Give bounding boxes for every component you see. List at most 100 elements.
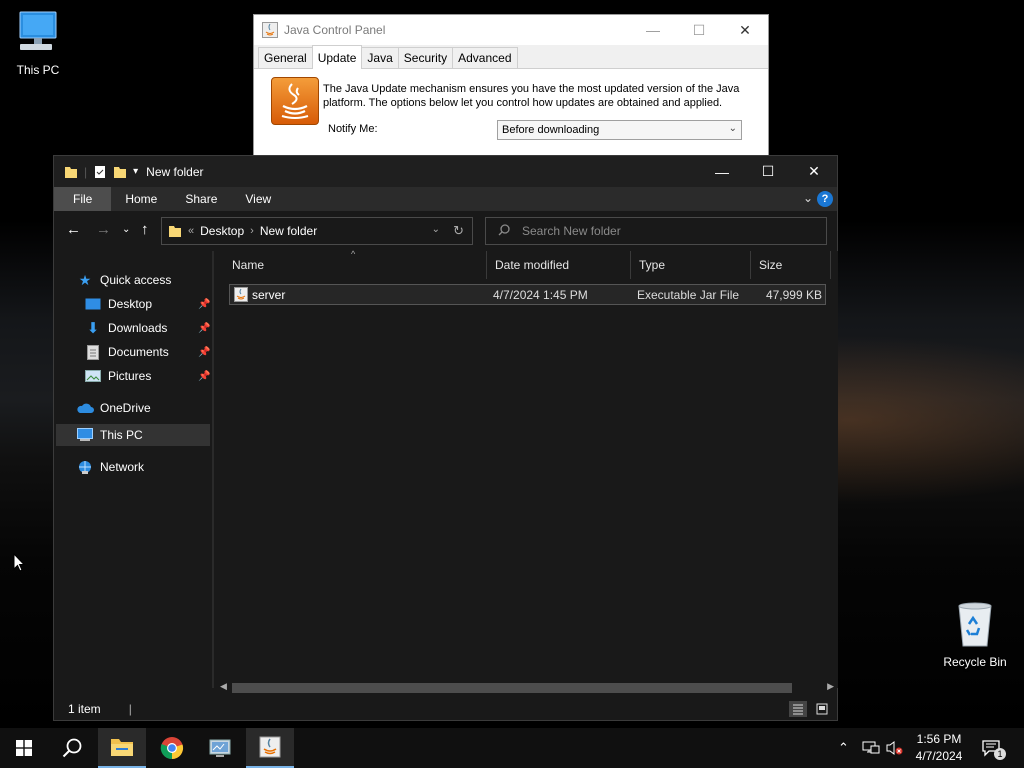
file-name: server [252, 288, 286, 302]
desktop-icon-recycle-bin[interactable]: Recycle Bin [937, 602, 1013, 669]
chevron-right-icon[interactable]: › [250, 225, 254, 237]
nav-pictures[interactable]: Pictures 📌 [84, 365, 210, 387]
pin-icon[interactable]: 📌 [198, 347, 210, 358]
file-explorer-window[interactable]: | ▾ New folder — ☐ ✕ File Home Share Vie… [53, 155, 838, 721]
scroll-left-icon[interactable]: ◀ [220, 681, 227, 692]
maximize-button[interactable]: ☐ [676, 15, 722, 45]
nav-label: Downloads [108, 321, 168, 335]
large-icons-view-icon[interactable] [813, 701, 831, 717]
java-app-icon [262, 22, 278, 38]
back-arrow-icon[interactable]: ← [66, 221, 81, 238]
tab-advanced[interactable]: Advanced [452, 47, 518, 68]
clock-date: 4/7/2024 [915, 749, 963, 763]
close-button[interactable]: ✕ [791, 156, 837, 187]
table-row[interactable]: server 4/7/2024 1:45 PM Executable Jar F… [229, 284, 826, 305]
nav-this-pc[interactable]: This PC [56, 424, 210, 446]
tab-java[interactable]: Java [361, 47, 399, 68]
tab-update[interactable]: Update [311, 45, 363, 69]
desktop-icon-label: This PC [16, 63, 60, 77]
forward-arrow-icon[interactable]: → [96, 221, 111, 238]
nav-quick-access[interactable]: ★ Quick access [76, 269, 206, 291]
download-arrow-icon: ⬇ [86, 320, 100, 337]
maximize-button[interactable]: ☐ [745, 156, 791, 187]
horizontal-scrollbar[interactable]: ◀ ▶ [218, 681, 834, 695]
recent-locations-icon[interactable]: ⌄ [122, 224, 130, 235]
quick-access-toolbar: | ▾ [54, 165, 138, 179]
nav-network[interactable]: Network [76, 456, 206, 478]
breadcrumb-new-folder[interactable]: New folder [260, 224, 317, 238]
tab-security[interactable]: Security [397, 47, 454, 68]
scrollbar-thumb[interactable] [232, 683, 792, 693]
nav-label: Documents [108, 345, 169, 359]
nav-documents[interactable]: Documents 📌 [84, 341, 210, 363]
column-header-name[interactable]: Name [224, 251, 487, 279]
search-box[interactable]: Search New folder [485, 217, 827, 245]
breadcrumb-desktop[interactable]: Desktop [200, 224, 244, 238]
folder-icon [65, 166, 77, 178]
computer-icon [0, 10, 76, 59]
nav-downloads[interactable]: ⬇ Downloads 📌 [84, 317, 211, 339]
chevron-up-icon: ⌃ [838, 740, 849, 755]
up-arrow-icon[interactable]: ↑ [141, 221, 149, 238]
notify-label: Notify Me: [328, 123, 378, 135]
java-panel-tabs: General Update Java Security Advanced [254, 45, 768, 69]
address-dropdown-icon[interactable]: ⌄ [432, 224, 440, 235]
ribbon-tab-view[interactable]: View [231, 187, 285, 211]
column-header-size[interactable]: Size [751, 251, 831, 279]
start-button[interactable] [0, 728, 48, 768]
properties-icon[interactable] [93, 165, 107, 179]
java-panel-titlebar[interactable]: Java Control Panel — ☐ ✕ [254, 15, 768, 45]
nav-desktop[interactable]: Desktop 📌 [84, 293, 210, 315]
ribbon-tab-home[interactable]: Home [111, 187, 171, 211]
pin-icon[interactable]: 📌 [198, 323, 210, 334]
close-button[interactable]: ✕ [722, 15, 768, 45]
new-folder-icon[interactable] [113, 165, 127, 179]
address-bar[interactable]: « Desktop › New folder ⌄ ↻ [161, 217, 473, 245]
nav-label: Quick access [100, 273, 172, 287]
explorer-titlebar[interactable]: | ▾ New folder — ☐ ✕ [54, 156, 837, 187]
java-panel-body: The Java Update mechanism ensures you ha… [254, 69, 768, 155]
ribbon-tab-file[interactable]: File [54, 187, 112, 211]
speaker-muted-icon [886, 741, 903, 755]
details-view-icon[interactable] [789, 701, 807, 717]
clock-time: 1:56 PM [916, 732, 962, 746]
search-button[interactable] [48, 728, 96, 768]
computer-icon [76, 427, 94, 443]
refresh-icon[interactable]: ↻ [453, 223, 464, 239]
volume-muted[interactable] [886, 728, 904, 768]
minimize-button[interactable]: — [699, 156, 745, 187]
ribbon: File Home Share View ⌄ ? [54, 187, 837, 211]
expand-ribbon-icon[interactable]: ⌄ [803, 191, 813, 205]
nav-onedrive[interactable]: OneDrive [76, 397, 206, 419]
ribbon-tab-share[interactable]: Share [171, 187, 231, 211]
desktop-icon-label: Recycle Bin [943, 655, 1007, 669]
column-header-date-modified[interactable]: Date modified [487, 251, 631, 279]
pin-icon[interactable]: 📌 [198, 371, 210, 382]
taskbar-file-explorer[interactable] [98, 728, 146, 768]
scroll-right-icon[interactable]: ▶ [827, 681, 834, 692]
pin-icon[interactable]: 📌 [198, 299, 210, 310]
item-count: 1 item [68, 702, 101, 716]
taskbar-clock[interactable]: 1:56 PM 4/7/2024 [908, 731, 970, 765]
update-description: The Java Update mechanism ensures you ha… [323, 83, 740, 109]
taskbar-java-control-panel[interactable] [246, 728, 294, 768]
action-center[interactable]: 1 [982, 728, 1006, 768]
java-panel-title: Java Control Panel [284, 23, 386, 37]
taskbar-chrome[interactable] [148, 728, 196, 768]
network-tray-icon [862, 741, 880, 754]
address-overflow[interactable]: « [188, 225, 194, 237]
show-hidden-icons[interactable]: ⌃ [838, 728, 849, 768]
desktop-icon-this-pc[interactable]: This PC [0, 10, 76, 77]
notify-select[interactable]: Before downloading ⌄ [497, 120, 742, 140]
nav-label: Pictures [108, 369, 152, 383]
tab-general[interactable]: General [258, 47, 313, 68]
customize-toolbar-icon[interactable]: ▾ [133, 166, 138, 177]
help-icon[interactable]: ? [817, 191, 833, 207]
search-icon [498, 223, 510, 239]
network-status[interactable] [862, 728, 880, 768]
java-control-panel-window[interactable]: Java Control Panel — ☐ ✕ General Update … [253, 14, 769, 156]
taskbar-control-panel[interactable] [196, 728, 244, 768]
column-header-type[interactable]: Type [631, 251, 751, 279]
minimize-button[interactable]: — [630, 15, 676, 45]
windows-logo-icon [16, 740, 32, 756]
